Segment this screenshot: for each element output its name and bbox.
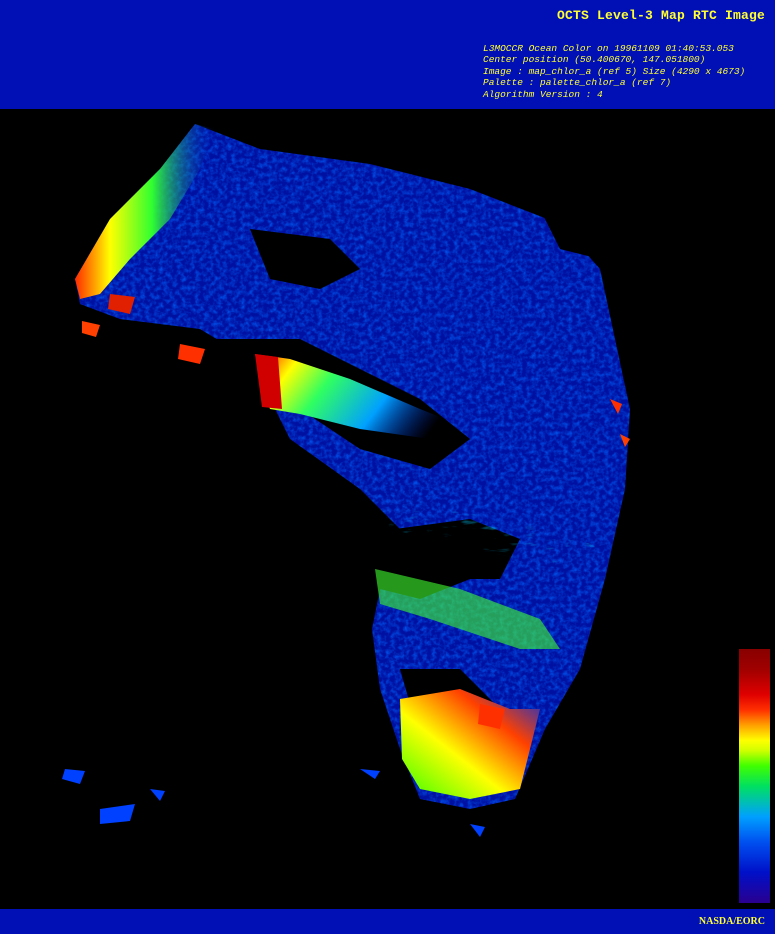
meta-line-center: Center position (50.400670, 147.051800) xyxy=(483,54,706,66)
meta-line-image: Image : map_chlor_a (ref 5) Size (4290 x… xyxy=(483,65,746,77)
footer-banner: NASDA/EORC xyxy=(0,909,775,934)
colorbar-legend xyxy=(739,649,770,903)
meta-line-palette: Palette : palette_chlor_a (ref 7) xyxy=(483,77,672,89)
chlorophyll-map xyxy=(0,109,775,909)
satellite-swath-image xyxy=(62,124,630,837)
metadata-block: L3MOCCR Ocean Color on 19961109 01:40:53… xyxy=(483,43,745,100)
header-banner: OCTS Level-3 Map RTC Image L3MOCCR Ocean… xyxy=(0,0,775,109)
meta-line-algorithm: Algorithm Version : 4 xyxy=(483,88,603,100)
meta-line-product: L3MOCCR Ocean Color on 19961109 01:40:53… xyxy=(483,43,734,54)
image-title: OCTS Level-3 Map RTC Image xyxy=(556,8,765,23)
credit-label: NASDA/EORC xyxy=(698,916,765,927)
